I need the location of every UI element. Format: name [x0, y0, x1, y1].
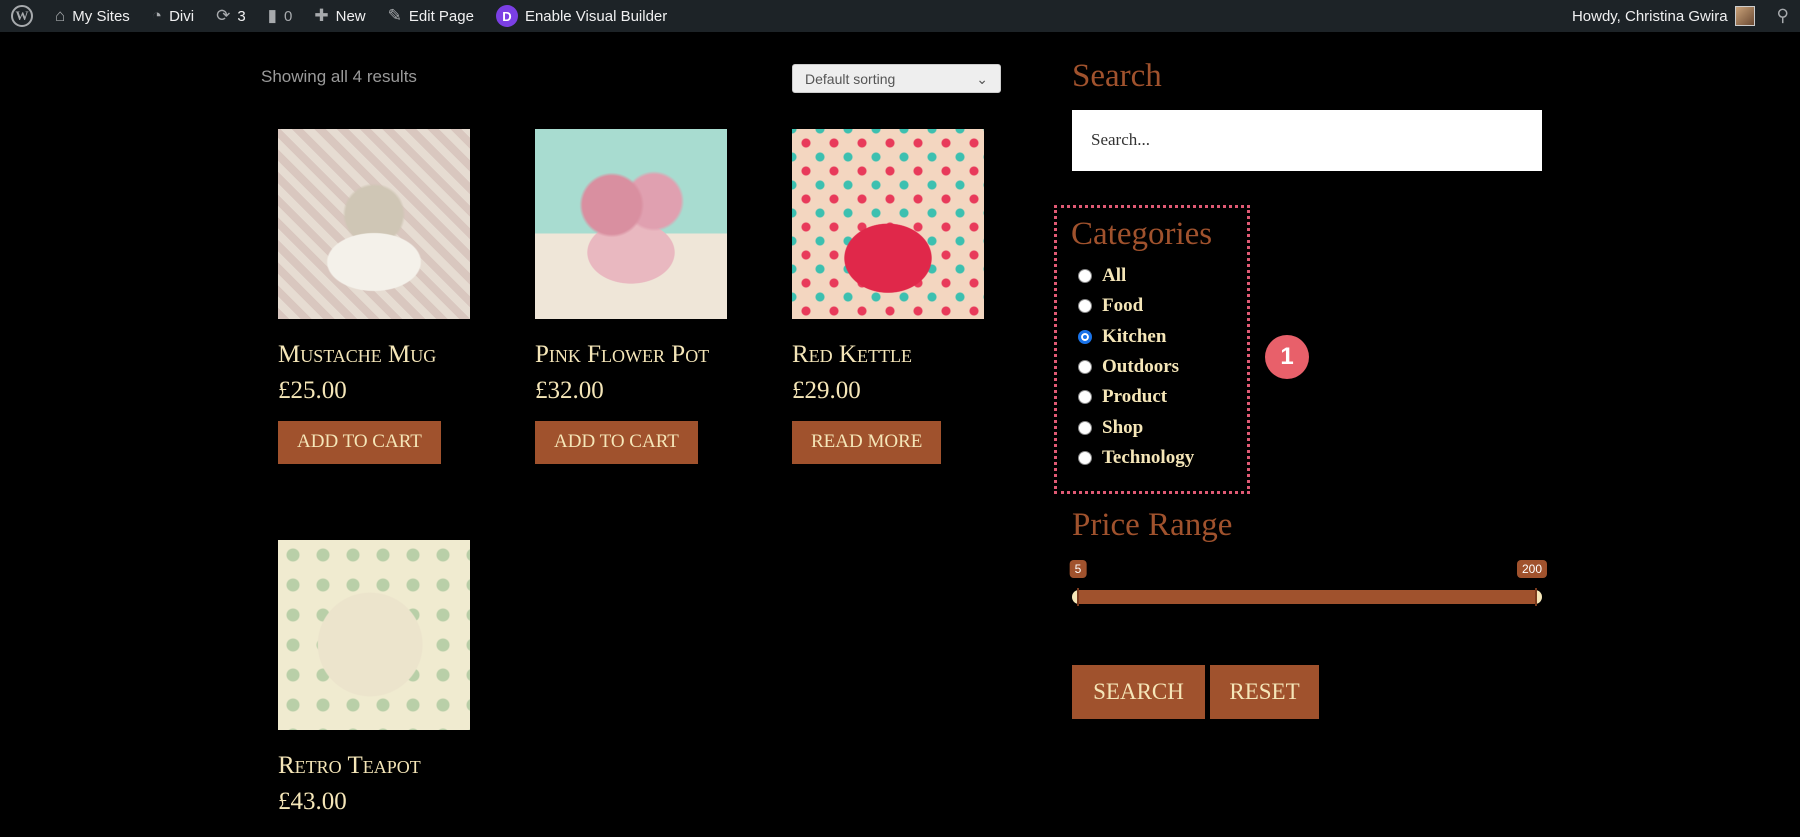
categories-widget: Categories All Food Kitchen Outdoors Product…	[1054, 205, 1250, 494]
category-label: Shop	[1102, 416, 1144, 438]
product-image[interactable]	[278, 129, 470, 319]
search-title: Search	[1072, 58, 1162, 94]
sorting-value: Default sorting	[805, 71, 896, 87]
visual-builder-label: Enable Visual Builder	[524, 7, 668, 25]
price-range-title: Price Range	[1072, 507, 1233, 543]
new-label: New	[335, 7, 366, 25]
category-option[interactable]: Food	[1057, 291, 1247, 321]
sites-icon: ⌂	[55, 6, 66, 25]
category-label: Product	[1102, 386, 1168, 408]
annotation-badge: 1	[1265, 335, 1309, 379]
categories-title: Categories	[1071, 216, 1213, 252]
comment-icon: ▮	[267, 6, 278, 25]
product-card: Retro Teapot £43.00	[278, 540, 470, 816]
product-title[interactable]: Pink Flower Pot	[535, 341, 727, 369]
account-menu[interactable]: Howdy, Christina Gwira	[1561, 0, 1766, 32]
radio-button[interactable]	[1078, 360, 1092, 375]
radio-button[interactable]	[1078, 390, 1092, 405]
reset-button[interactable]: RESET	[1210, 665, 1319, 719]
edit-page-link[interactable]: ✎ Edit Page	[377, 0, 485, 32]
search-icon: ⚲	[1776, 6, 1789, 25]
edit-page-label: Edit Page	[408, 7, 474, 25]
min-handle[interactable]	[1077, 588, 1079, 606]
add-to-cart-button[interactable]: ADD TO CART	[535, 421, 698, 464]
divi-logo-icon: D	[495, 5, 518, 27]
search-input[interactable]: Search...	[1072, 110, 1542, 171]
product-price: £32.00	[535, 377, 604, 404]
divi-label: Divi	[169, 7, 195, 25]
product-image[interactable]	[792, 129, 984, 319]
min-price-label: 5	[1069, 560, 1087, 578]
add-to-cart-button[interactable]: ADD TO CART	[278, 421, 441, 464]
updates-menu[interactable]: ⟳ 3	[205, 0, 257, 32]
radio-button[interactable]	[1078, 450, 1092, 465]
product-card: Red Kettle £29.00 READ MORE	[792, 129, 984, 464]
divi-menu[interactable]: ◔ Divi	[141, 0, 205, 32]
category-option[interactable]: Technology	[1057, 443, 1247, 473]
updates-count: 3	[237, 7, 246, 25]
radio-button[interactable]	[1078, 329, 1092, 344]
product-image[interactable]	[535, 129, 727, 319]
results-count: Showing all 4 results	[261, 67, 417, 86]
wordpress-logo-icon: W	[11, 5, 33, 27]
product-price: £29.00	[792, 377, 861, 404]
updates-icon: ⟳	[216, 6, 231, 25]
pencil-icon: ✎	[387, 6, 402, 25]
radio-button[interactable]	[1078, 420, 1092, 435]
visual-builder-link[interactable]: D Enable Visual Builder	[485, 0, 678, 32]
category-option[interactable]: Kitchen	[1057, 322, 1247, 352]
howdy-label: Howdy, Christina Gwira	[1571, 7, 1728, 25]
category-option[interactable]: Outdoors	[1057, 352, 1247, 382]
radio-button[interactable]	[1078, 269, 1092, 284]
search-placeholder: Search...	[1091, 130, 1151, 149]
product-image[interactable]	[278, 540, 470, 730]
product-card: Pink Flower Pot £32.00 ADD TO CART	[535, 129, 727, 464]
new-menu[interactable]: ✚ New	[303, 0, 376, 32]
product-price: £43.00	[278, 788, 347, 815]
radio-button[interactable]	[1078, 299, 1092, 314]
admin-bar: W ⌂ My Sites ◔ Divi ⟳ 3 ▮ 0 ✚ New ✎ Edit Page …	[0, 0, 1800, 32]
wordpress-menu[interactable]: W	[0, 0, 44, 32]
plus-icon: ✚	[314, 6, 329, 25]
my-sites-label: My Sites	[72, 7, 130, 25]
slider-fill	[1078, 590, 1536, 604]
sorting-select[interactable]: Default sorting ⌄	[792, 64, 1001, 93]
category-option[interactable]: Product	[1057, 382, 1247, 412]
read-more-button[interactable]: READ MORE	[792, 421, 942, 464]
category-label: Food	[1102, 295, 1144, 317]
product-title[interactable]: Mustache Mug	[278, 341, 470, 369]
category-option[interactable]: Shop	[1057, 412, 1247, 442]
category-option[interactable]: All	[1057, 261, 1247, 291]
search-button[interactable]: SEARCH	[1072, 665, 1205, 719]
comments-menu[interactable]: ▮ 0	[257, 0, 304, 32]
product-price: £25.00	[278, 377, 347, 404]
max-price-label: 200	[1516, 560, 1548, 578]
comments-count: 0	[284, 7, 293, 25]
category-label: Kitchen	[1102, 325, 1167, 347]
chevron-down-icon: ⌄	[976, 71, 988, 87]
my-sites-menu[interactable]: ⌂ My Sites	[44, 0, 141, 32]
avatar	[1734, 6, 1755, 26]
category-label: All	[1102, 265, 1127, 287]
product-title[interactable]: Red Kettle	[792, 341, 984, 369]
product-title[interactable]: Retro Teapot	[278, 752, 470, 780]
search-toggle[interactable]: ⚲	[1766, 0, 1800, 32]
price-range-slider[interactable]: 5 200	[1069, 560, 1548, 606]
category-label: Technology	[1102, 446, 1195, 468]
dashboard-icon: ◔	[151, 6, 163, 25]
category-label: Outdoors	[1102, 356, 1180, 378]
product-card: Mustache Mug £25.00 ADD TO CART	[278, 129, 470, 464]
max-handle[interactable]	[1535, 588, 1537, 606]
